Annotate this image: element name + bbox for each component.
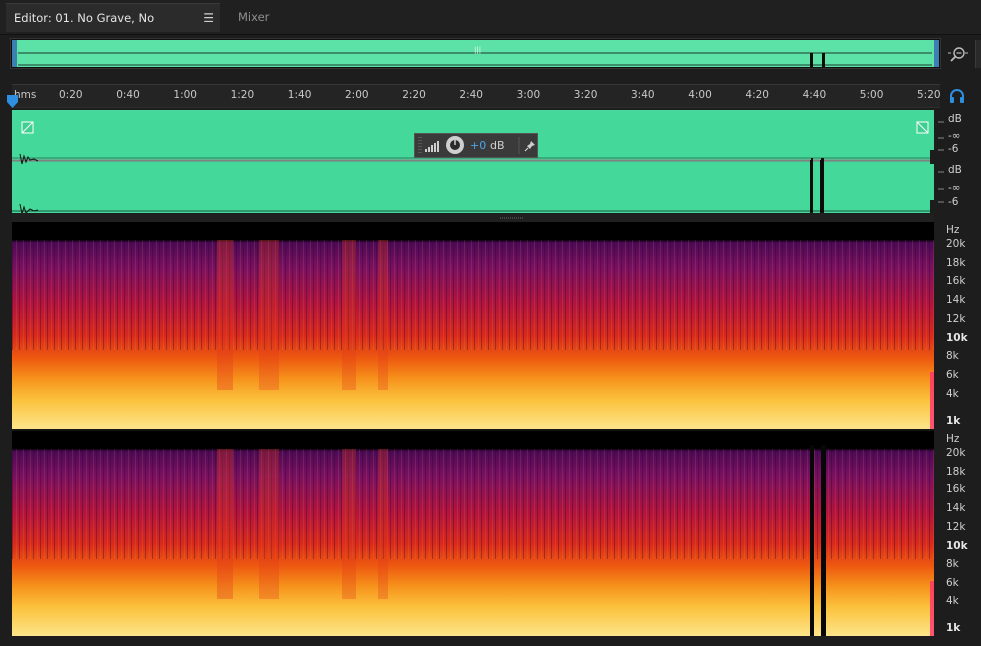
ruler-tick-label: 4:40 [802, 89, 827, 101]
gain-hud[interactable]: +0 dB [414, 133, 538, 158]
hz-label: 4k [946, 595, 959, 608]
ruler-tick-label: 2:20 [402, 89, 426, 101]
waveform-spectral-divider[interactable] [12, 213, 934, 222]
spectral-display-ch1[interactable] [12, 222, 934, 429]
overview-waveform: ||| [18, 46, 932, 67]
hz-label: 20k [946, 446, 966, 459]
db-minus6-ch2: -6 [948, 196, 959, 208]
db-unit-ch1: dB [948, 113, 962, 125]
frequency-scale-ch2: Hz 20k 18k 16k 14k 12k 10k 8k 6k 4k 1k [934, 431, 981, 636]
zoom-magnifier-icon[interactable] [947, 44, 969, 64]
hz-label: 18k [946, 257, 966, 269]
ruler-tick-label: 5:00 [859, 89, 884, 101]
ruler-tick-label: 1:20 [230, 89, 255, 101]
hz-label: 18k [946, 465, 966, 478]
hz-label: 20k [946, 238, 966, 250]
spectral-display-ch2[interactable] [12, 431, 934, 636]
waveform-display[interactable] [12, 110, 934, 214]
tab-editor[interactable]: Editor: 01. No Grave, No Funeral.mp3 ☰ [6, 3, 220, 54]
spectrogram-ch1 [12, 222, 934, 429]
hz-label: 8k [946, 350, 959, 362]
overview-navigator[interactable]: ||| [12, 40, 939, 67]
hz-label: 16k [946, 275, 966, 287]
hz-label: 6k [946, 576, 959, 589]
pin-icon[interactable] [524, 140, 536, 152]
hz-label: 14k [946, 502, 966, 515]
gain-unit: dB [490, 139, 505, 152]
tab-mixer-label: Mixer [238, 10, 270, 24]
ruler-tick-label: 2:00 [345, 89, 369, 101]
overview-right-handle[interactable] [934, 40, 939, 67]
waveform-graphic [12, 121, 934, 214]
gain-knob-icon[interactable] [445, 135, 465, 155]
ruler-tick-label: 1:40 [287, 89, 312, 101]
ruler-tick-label: 3:00 [516, 89, 541, 101]
bottom-edge [0, 636, 981, 646]
headphones-icon[interactable] [949, 88, 965, 104]
hz-label: 1k [946, 415, 961, 427]
ruler-tick-label: 5:20 [917, 89, 941, 101]
side-panel-edge [975, 40, 981, 68]
svg-text:|||: ||| [474, 46, 481, 54]
hz-label: 1k [946, 622, 961, 635]
hz-label: 4k [946, 388, 959, 400]
playhead-marker-icon[interactable] [7, 95, 18, 108]
ruler-tick-label: 4:20 [745, 89, 769, 101]
hz-unit-label: Hz [946, 224, 960, 236]
frequency-scale-ch1: Hz 20k 18k 16k 14k 12k 10k 8k 6k 4k 1k [934, 222, 981, 429]
ruler-tick-label: 4:00 [688, 89, 712, 101]
db-unit-ch2: dB [948, 164, 962, 176]
hz-unit-label: Hz [946, 433, 960, 445]
hz-label: 12k [946, 313, 966, 325]
ruler-tick-label: 0:40 [116, 89, 140, 101]
ruler-tick-label: 2:40 [459, 89, 483, 101]
time-ruler[interactable]: hms 0:20 0:40 1:00 1:20 1:40 2:00 2:20 2:40 3:00… [12, 84, 941, 108]
db-neg-inf-ch2: -∞ [948, 182, 961, 194]
spectrogram-ch2 [12, 431, 934, 636]
level-meter-icon [425, 141, 439, 152]
hz-label: 10k [946, 332, 968, 344]
tab-mixer[interactable]: Mixer [230, 3, 277, 32]
hz-label: 16k [946, 483, 966, 496]
hz-label: 10k [946, 539, 968, 552]
ruler-tick-label: 3:40 [631, 89, 655, 101]
hz-label: 14k [946, 294, 966, 306]
tab-menu-icon[interactable]: ☰ [203, 4, 214, 33]
ruler-tick-label: 0:20 [59, 89, 83, 101]
db-scale-ticks [938, 121, 944, 203]
tab-bar: Editor: 01. No Grave, No Funeral.mp3 ☰ M… [0, 0, 981, 54]
hz-label: 6k [946, 369, 959, 381]
overview-left-handle[interactable] [12, 40, 17, 67]
hz-label: 8k [946, 557, 959, 570]
gain-value: +0 [470, 139, 487, 152]
db-minus6-ch1: -6 [948, 143, 959, 155]
db-neg-inf-ch1: -∞ [948, 130, 961, 142]
amplitude-scale: dB -∞ -6 dB -∞ -6 [934, 110, 981, 214]
hz-label: 12k [946, 521, 966, 534]
ruler-tick-label: 1:00 [173, 89, 197, 101]
ruler-tick-label: 3:20 [573, 89, 598, 101]
